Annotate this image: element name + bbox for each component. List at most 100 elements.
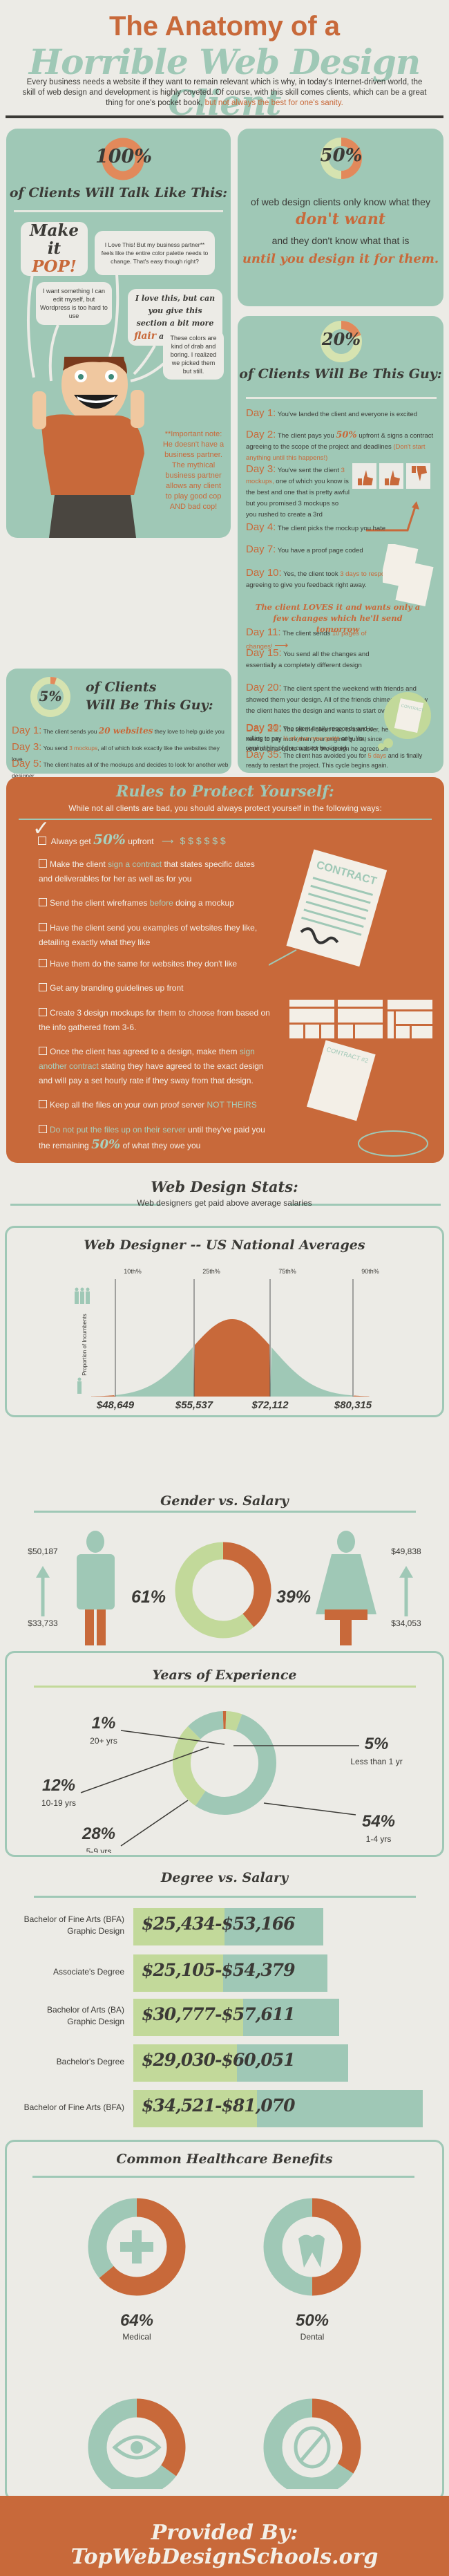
- rule-item-9[interactable]: Keep all the files on your own proof ser…: [39, 1098, 274, 1112]
- rule-item-6[interactable]: Get any branding guidelines up front: [39, 981, 267, 996]
- degree-label-line: Bachelor's Degree: [56, 2057, 124, 2066]
- benefit-donut: [263, 2198, 361, 2296]
- salary-low: $34,053: [391, 1618, 421, 1628]
- footer-credit[interactable]: Provided By: TopWebDesignSchools.org: [0, 2521, 449, 2569]
- business-partner-note: **Important note: He doesn't have a busi…: [162, 430, 224, 511]
- guy5-day1: Day 1: The client sends you 20 websites …: [12, 725, 229, 737]
- day-text: You've landed the client and everyone is…: [277, 411, 417, 418]
- infographic: The Anatomy of a Horrible Web Design Cli…: [0, 0, 449, 2576]
- experience-slice: [173, 1726, 206, 1807]
- benefit-donut: [263, 2398, 361, 2489]
- rule-item-1[interactable]: ✓ Always get 50% upfront ⟶ $ $ $ $ $ $: [32, 819, 226, 849]
- experience-percent: 12%: [42, 1776, 75, 1795]
- percentile-label: 75th%: [278, 1268, 296, 1275]
- guy5-panel: 5% of Clients Will Be This Guy: Day 1: T…: [6, 669, 231, 779]
- checkbox[interactable]: [39, 983, 47, 991]
- rules-panel: Rules to Protect Yourself: While not all…: [6, 777, 444, 1163]
- mockup-thumb: [352, 463, 376, 489]
- salary-tick-label: $48,649: [96, 1399, 135, 1410]
- tooth-icon: [298, 2234, 325, 2268]
- checkmark-icon: ✓: [32, 817, 50, 840]
- contract-icon: CONTRACT: [286, 849, 388, 967]
- day-text: The client sends: [283, 630, 331, 637]
- checkbox[interactable]: [39, 1047, 47, 1055]
- degree-bar: $30,777-$57,611: [133, 1999, 340, 2036]
- rule-item-2[interactable]: Make the client sign a contract that sta…: [39, 857, 267, 886]
- dollar-signs: $ $ $ $ $ $: [180, 835, 226, 846]
- day-label: Day 20:: [246, 682, 282, 693]
- rule-item-4[interactable]: Have the client send you examples of web…: [39, 921, 267, 950]
- experience-category: 5-9 yrs: [86, 1847, 112, 1853]
- bell-tail-left: [91, 1395, 115, 1397]
- stats-title: Web Design Stats:: [151, 1178, 298, 1195]
- day-text: The client sends you: [43, 728, 97, 735]
- day-text: You've sent the client: [277, 467, 339, 474]
- eye-icon: [112, 2435, 162, 2460]
- guy5-title-2: Will Be This Guy:: [86, 698, 213, 713]
- mockup-thumb: [406, 463, 430, 489]
- salary-high: $50,187: [28, 1547, 58, 1556]
- rule-item-3[interactable]: Send the client wireframes before doing …: [39, 896, 267, 911]
- experience-slice: [225, 1711, 242, 1732]
- y-axis-label: Proportion of Incumbents: [82, 1314, 88, 1375]
- percentile-label: 10th%: [124, 1268, 142, 1275]
- day-text: The client has avoided you for: [283, 752, 367, 759]
- experience-slice: [195, 1714, 276, 1815]
- healthcare-divider: [32, 2176, 414, 2178]
- header-divider: [6, 115, 443, 118]
- client-figure: [32, 357, 144, 538]
- guy20-divider: [246, 397, 437, 399]
- experience-percent: 54%: [362, 1812, 395, 1831]
- bell-segment: [115, 1347, 194, 1397]
- degree-range-label: $30,777-$57,611: [142, 2004, 296, 2024]
- client-illustration: [32, 357, 144, 538]
- day-highlight: 20 websites: [98, 726, 153, 736]
- dont-want-percent: 50%: [320, 145, 363, 166]
- day-label: Day 5:: [12, 758, 42, 769]
- rule-text: Make the client: [50, 859, 106, 869]
- degree-category-label: Bachelor of Fine Arts (BFA) Graphic Desig…: [24, 1914, 124, 1937]
- rules-illustrations: CONTRACT CONTRACT #2: [269, 849, 432, 1157]
- male-percent: 61%: [131, 1587, 166, 1607]
- benefit-percent: 50%: [296, 2311, 329, 2330]
- dont-want-line2: don't want: [296, 210, 385, 228]
- checkbox[interactable]: [39, 1125, 47, 1133]
- checkbox[interactable]: [39, 1008, 47, 1016]
- rule-item-5[interactable]: Have them do the same for websites they …: [39, 957, 267, 971]
- dont-want-line3: and they don't know what that is: [271, 235, 410, 246]
- rules-subtitle: While not all clients are bad, you shoul…: [68, 803, 382, 813]
- salary-low: $33,733: [28, 1618, 58, 1628]
- rule-text: Once the client has agreed to a design, …: [50, 1047, 238, 1056]
- day-label: Day 1:: [12, 725, 42, 736]
- rule-item-7[interactable]: Create 3 design mockups for them to choo…: [39, 1006, 274, 1035]
- day-label: Day 35:: [246, 749, 282, 760]
- guy20-day15: Day 15: You send all the changes and ess…: [246, 648, 384, 671]
- salary-tick-label: $80,315: [334, 1399, 372, 1410]
- day-label: Day 11:: [246, 626, 281, 638]
- degree-title: Degree vs. Salary: [160, 1870, 289, 1885]
- checkbox[interactable]: [39, 923, 47, 931]
- checkbox[interactable]: [39, 859, 47, 868]
- person-icon: [77, 1377, 82, 1394]
- day-label: Day 10:: [246, 567, 282, 579]
- checkbox[interactable]: [39, 959, 47, 967]
- experience-title: Years of Experience: [152, 1668, 297, 1683]
- rule-highlight: Do not put the files up on their server: [50, 1125, 186, 1135]
- checkbox[interactable]: [39, 1100, 47, 1108]
- person-icon: [80, 1287, 84, 1304]
- degree-bar: $25,105-$54,379: [133, 1954, 328, 1992]
- rule-item-10[interactable]: Do not put the files up on their server …: [39, 1123, 274, 1153]
- bell-curve-chart: 10th% $48,649 25th% $55,537 75th% $72,112 90th…: [75, 1268, 379, 1410]
- checkbox[interactable]: [39, 898, 47, 906]
- degree-category-label: Bachelor's Degree: [57, 2056, 124, 2068]
- day-label: Day 2:: [246, 429, 276, 440]
- degree-range-label: $34,521-$81,070: [142, 2096, 296, 2116]
- day-text: The client pays you: [277, 432, 334, 440]
- gender-divider: [34, 1511, 416, 1513]
- dont-want-line1: of web design clients only know what the…: [251, 196, 430, 207]
- rule-item-8[interactable]: Once the client has agreed to a design, …: [39, 1045, 274, 1088]
- experience-percent: 5%: [365, 1735, 389, 1753]
- footer: Provided By: TopWebDesignSchools.org: [0, 2496, 449, 2576]
- none-icon: [294, 2426, 331, 2469]
- tail-2: [108, 273, 120, 357]
